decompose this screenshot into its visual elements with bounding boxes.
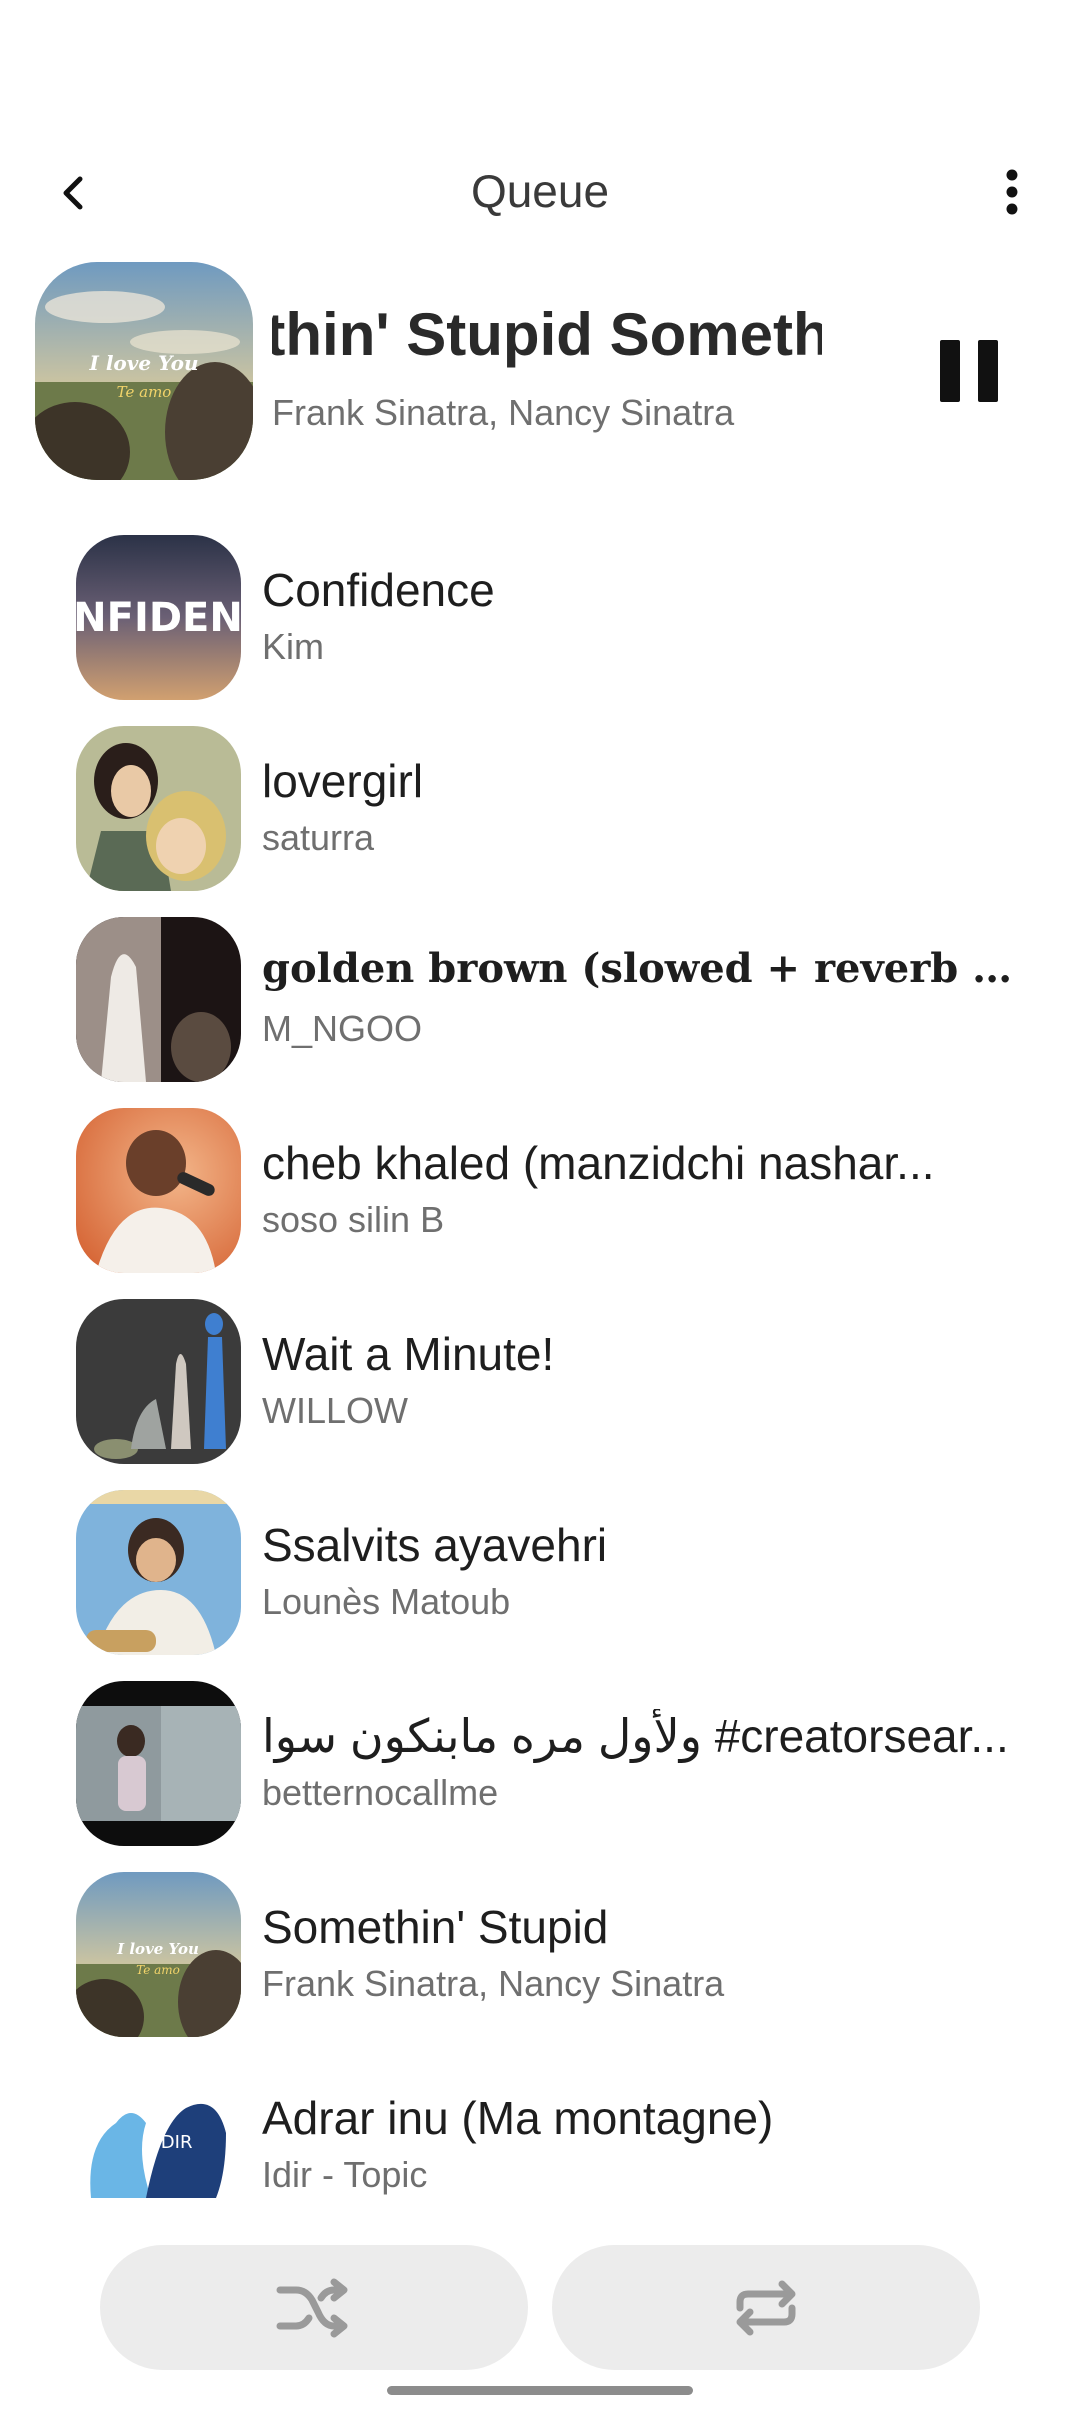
svg-text:Te amo: Te amo xyxy=(136,1963,180,1977)
now-playing-artwork: I love You Te amo xyxy=(35,262,253,480)
track-artist: saturra xyxy=(262,817,375,858)
svg-text:I love You: I love You xyxy=(89,351,199,375)
queue-item[interactable]: Wait a Minute! WILLOW xyxy=(76,1299,1026,1490)
queue-item[interactable]: I love You Te amo Somethin' Stupid Frank… xyxy=(76,1872,1026,2063)
track-artist: WILLOW xyxy=(262,1390,409,1431)
pause-icon xyxy=(940,340,960,402)
track-title: ولأول مره مابنكون سوا #creatorsear... xyxy=(262,1710,1009,1762)
queue-list: NFIDEN Confidence Kim lovergirl saturra xyxy=(76,535,1026,2254)
track-artist: betternocallme xyxy=(262,1772,499,1813)
shuffle-button[interactable] xyxy=(100,2245,528,2370)
repeat-icon xyxy=(736,2280,796,2335)
track-artist: Frank Sinatra, Nancy Sinatra xyxy=(262,1963,725,2004)
track-title: lovergirl xyxy=(262,755,424,807)
track-title: cheb khaled (manzidchi nashar... xyxy=(262,1137,935,1189)
queue-controls xyxy=(100,2245,980,2370)
track-title: Adrar inu (Ma montagne) xyxy=(262,2092,774,2144)
svg-text:NFIDEN: NFIDEN xyxy=(76,595,241,641)
track-artwork: I love You Te amo xyxy=(76,1872,241,2037)
queue-item[interactable]: NFIDEN Confidence Kim xyxy=(76,535,1026,726)
track-artist: soso silin B xyxy=(262,1199,445,1240)
track-artwork xyxy=(76,726,241,891)
more-options-button[interactable] xyxy=(992,164,1032,220)
track-artist: Idir - Topic xyxy=(262,2154,428,2195)
track-artwork xyxy=(76,1108,241,1273)
page-title: Queue xyxy=(470,165,610,217)
queue-item[interactable]: IDIR Adrar inu (Ma montagne) Idir - Topi… xyxy=(76,2063,1026,2254)
track-title: golden brown (slowed + reverb + prolonge… xyxy=(262,945,1022,992)
track-artwork xyxy=(76,917,241,1082)
svg-text:I love You: I love You xyxy=(116,1940,199,1958)
now-playing-title: Somethin' Stupid Somethin' Stupid xyxy=(272,301,822,368)
now-playing-card[interactable]: I love You Te amo Somethin' Stupid Somet… xyxy=(35,262,1045,480)
pause-icon-bar xyxy=(978,340,998,402)
svg-text:Te amo: Te amo xyxy=(117,383,172,401)
track-artwork: IDIR xyxy=(76,2063,241,2228)
track-artist: M_NGOO xyxy=(262,1008,423,1049)
track-artwork xyxy=(76,1490,241,1655)
track-title: Ssalvits ayavehri xyxy=(262,1519,608,1571)
queue-item[interactable]: lovergirl saturra xyxy=(76,726,1026,917)
track-artist: Kim xyxy=(262,626,324,667)
pause-button[interactable] xyxy=(940,340,1002,402)
queue-item[interactable]: golden brown (slowed + reverb + prolonge… xyxy=(76,917,1026,1108)
repeat-button[interactable] xyxy=(552,2245,980,2370)
shuffle-icon xyxy=(276,2278,348,2337)
track-artwork xyxy=(76,1299,241,1464)
now-playing-title-marquee: Somethin' Stupid Somethin' Stupid xyxy=(272,300,822,380)
track-artist: Lounès Matoub xyxy=(262,1581,511,1622)
track-title: Wait a Minute! xyxy=(262,1328,555,1380)
track-title: Somethin' Stupid xyxy=(262,1901,609,1953)
queue-item[interactable]: ولأول مره مابنكون سوا #creatorsear... be… xyxy=(76,1681,1026,1872)
queue-item[interactable]: Ssalvits ayavehri Lounès Matoub xyxy=(76,1490,1026,1681)
now-playing-artist: Frank Sinatra, Nancy Sinatra xyxy=(272,392,735,433)
more-vert-icon xyxy=(1006,169,1018,215)
track-artwork: NFIDEN xyxy=(76,535,241,700)
svg-text:IDIR: IDIR xyxy=(156,2132,193,2153)
track-title: Confidence xyxy=(262,564,495,616)
top-app-bar: Queue xyxy=(0,150,1080,230)
queue-item[interactable]: cheb khaled (manzidchi nashar... soso si… xyxy=(76,1108,1026,1299)
track-artwork xyxy=(76,1681,241,1846)
gesture-navigation-handle[interactable] xyxy=(387,2386,693,2395)
